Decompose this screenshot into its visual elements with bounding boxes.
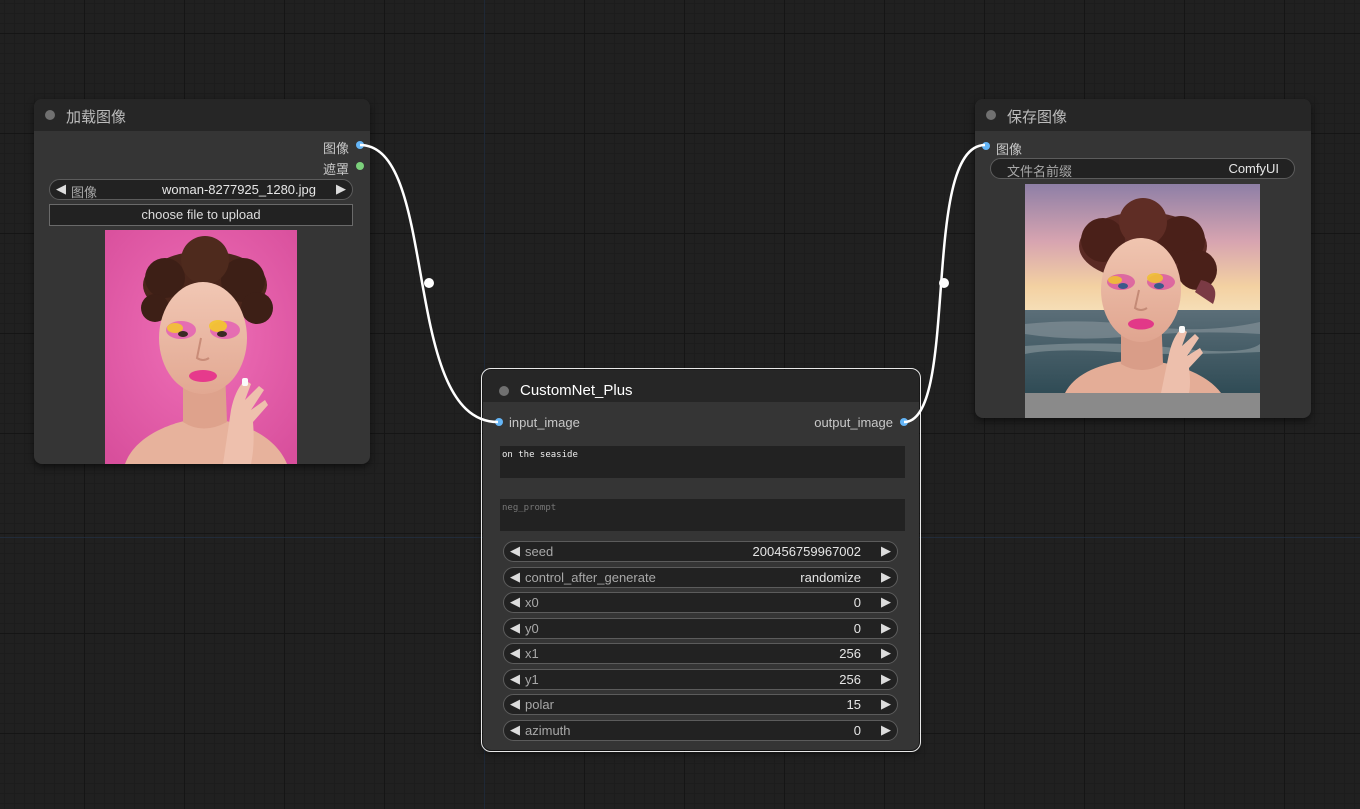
increment-arrow-icon[interactable]: ▶: [881, 696, 891, 712]
increment-arrow-icon[interactable]: ▶: [881, 645, 891, 661]
collapse-dot-icon[interactable]: [45, 110, 55, 120]
widget-label: control_after_generate: [525, 569, 656, 585]
load-image-node-title: 加载图像: [66, 109, 127, 126]
filename-prefix-value: ComfyUI: [1228, 161, 1279, 176]
collapse-dot-icon[interactable]: [499, 386, 509, 396]
widget-label: x1: [525, 646, 539, 661]
decrement-arrow-icon[interactable]: ◀: [510, 543, 520, 559]
save-image-preview: [1025, 184, 1260, 418]
output-mask-label: 遮罩: [322, 162, 349, 177]
wire-save-midpoint: [939, 278, 949, 288]
widget-x0[interactable]: ◀ x0 0 ▶: [503, 592, 898, 613]
widget-value: 0: [853, 620, 861, 636]
decrement-arrow-icon[interactable]: ◀: [510, 645, 520, 661]
image-combo-value: woman-8277925_1280.jpg: [162, 182, 316, 197]
widget-y0[interactable]: ◀ y0 0 ▶: [503, 617, 898, 639]
widget-label: seed: [525, 544, 554, 559]
combo-right-arrow-icon[interactable]: ▶: [336, 181, 346, 197]
widget-control-after-generate[interactable]: ◀ control_after_generate randomize ▶: [503, 566, 898, 588]
increment-arrow-icon[interactable]: ▶: [881, 569, 891, 585]
widget-value: randomize: [800, 569, 861, 585]
load-image-preview: [105, 230, 297, 464]
image-select-combo[interactable]: ◀ 图像 woman-8277925_1280.jpg ▶: [49, 179, 353, 200]
widget-label: y0: [525, 620, 539, 636]
upload-button[interactable]: choose file to upload: [49, 204, 353, 226]
widget-label: polar: [525, 697, 554, 712]
output-image-slot[interactable]: [900, 418, 908, 426]
output-mask-slot[interactable]: [356, 162, 364, 170]
increment-arrow-icon[interactable]: ▶: [881, 671, 891, 687]
customnet-node-title: CustomNet_Plus: [520, 382, 633, 399]
load-image-node[interactable]: 加载图像 图像 遮罩 ◀ 图像 woman-8277925_1280.jpg ▶…: [34, 99, 370, 464]
decrement-arrow-icon[interactable]: ◀: [510, 696, 520, 712]
widget-label: y1: [525, 671, 539, 687]
decrement-arrow-icon[interactable]: ◀: [510, 569, 520, 585]
widget-label: azimuth: [525, 722, 571, 738]
widget-value: 256: [839, 646, 861, 661]
increment-arrow-icon[interactable]: ▶: [881, 594, 891, 610]
widget-value: 0: [853, 595, 861, 610]
decrement-arrow-icon[interactable]: ◀: [510, 722, 520, 738]
increment-arrow-icon[interactable]: ▶: [881, 722, 891, 738]
input-image-label: 图像: [996, 142, 1023, 157]
neg-prompt-textarea[interactable]: neg_prompt: [500, 499, 905, 531]
widget-x1[interactable]: ◀ x1 256 ▶: [503, 643, 898, 664]
input-image-label: input_image: [509, 415, 580, 430]
output-image-slot[interactable]: [356, 141, 364, 149]
increment-arrow-icon[interactable]: ▶: [881, 620, 891, 636]
input-image-slot[interactable]: [495, 418, 503, 426]
filename-prefix-field[interactable]: 文件名前缀 ComfyUI: [990, 158, 1295, 179]
collapse-dot-icon[interactable]: [986, 110, 996, 120]
image-combo-label: 图像: [71, 185, 98, 200]
output-image-label: 图像: [322, 141, 349, 156]
combo-left-arrow-icon[interactable]: ◀: [56, 181, 66, 197]
prompt-textarea[interactable]: on the seaside: [500, 446, 905, 478]
wire-load-midpoint: [424, 278, 434, 288]
load-image-node-header[interactable]: 加载图像: [34, 99, 370, 131]
output-image-label: output_image: [814, 415, 893, 430]
widget-value: 200456759967002: [752, 544, 861, 559]
increment-arrow-icon[interactable]: ▶: [881, 543, 891, 559]
decrement-arrow-icon[interactable]: ◀: [510, 594, 520, 610]
wire-load-to-customnet: [359, 143, 499, 424]
widget-polar[interactable]: ◀ polar 15 ▶: [503, 694, 898, 715]
save-image-node-header[interactable]: 保存图像: [975, 99, 1311, 131]
input-image-slot[interactable]: [982, 142, 990, 150]
save-image-node[interactable]: 保存图像 图像 文件名前缀 ComfyUI: [975, 99, 1311, 418]
filename-prefix-label: 文件名前缀: [1007, 164, 1073, 179]
widget-seed[interactable]: ◀ seed 200456759967002 ▶: [503, 541, 898, 562]
decrement-arrow-icon[interactable]: ◀: [510, 671, 520, 687]
widget-label: x0: [525, 595, 539, 610]
widget-value: 256: [839, 671, 861, 687]
widget-value: 15: [846, 697, 861, 712]
widget-azimuth[interactable]: ◀ azimuth 0 ▶: [503, 719, 898, 741]
customnet-node-header[interactable]: CustomNet_Plus: [483, 370, 919, 402]
save-image-node-title: 保存图像: [1007, 109, 1068, 126]
widget-value: 0: [853, 722, 861, 738]
customnet-plus-node[interactable]: CustomNet_Plus input_image output_image …: [481, 368, 921, 752]
widget-y1[interactable]: ◀ y1 256 ▶: [503, 668, 898, 690]
decrement-arrow-icon[interactable]: ◀: [510, 620, 520, 636]
